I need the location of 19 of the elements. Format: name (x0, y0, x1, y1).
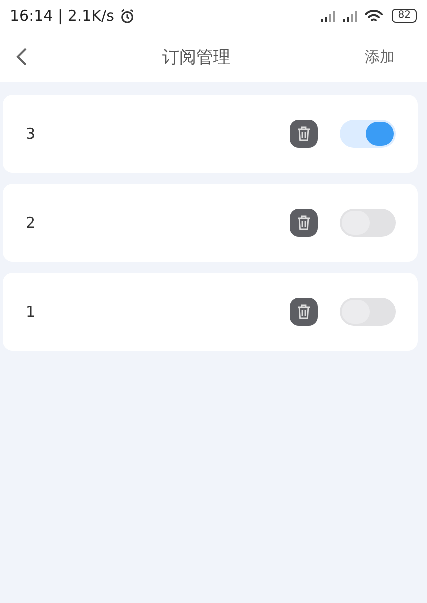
toggle-switch[interactable] (340, 209, 396, 237)
delete-button[interactable] (290, 298, 318, 326)
wifi-icon (364, 8, 384, 24)
delete-button[interactable] (290, 209, 318, 237)
subscription-name: 2 (26, 214, 37, 232)
status-time: 16:14 | 2.1K/s (10, 7, 114, 25)
trash-icon (297, 215, 311, 231)
delete-button[interactable] (290, 120, 318, 148)
toggle-switch[interactable] (340, 298, 396, 326)
trash-icon (297, 304, 311, 320)
back-icon (16, 47, 28, 67)
page-title: 订阅管理 (162, 46, 230, 68)
alarm-clock-icon (120, 8, 136, 24)
subscription-name: 1 (26, 303, 37, 321)
subscription-name: 3 (26, 125, 37, 143)
trash-icon (297, 126, 311, 142)
battery-indicator: 82 (392, 9, 417, 23)
add-button[interactable]: 添加 (361, 44, 415, 70)
toggle-switch[interactable] (340, 120, 396, 148)
